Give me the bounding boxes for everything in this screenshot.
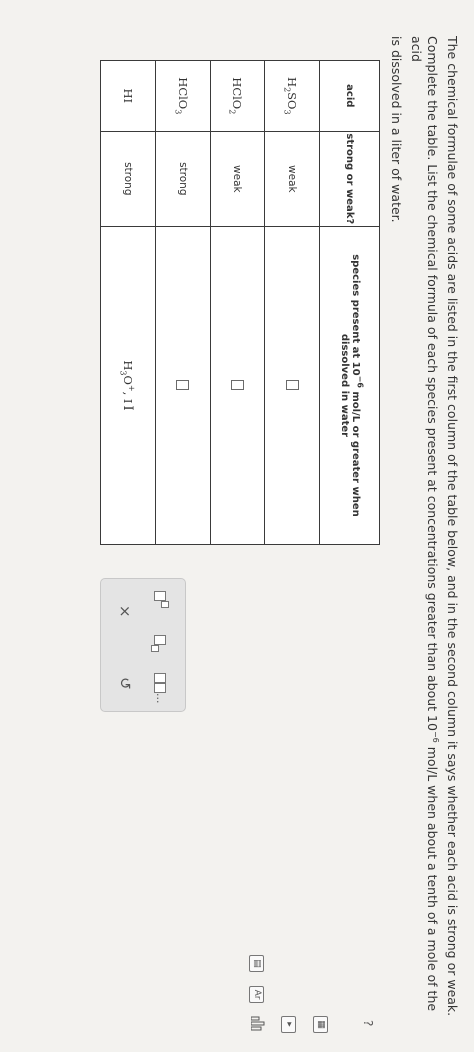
list-template-button[interactable]: ... — [154, 673, 167, 704]
species-answer-cell[interactable] — [264, 226, 320, 545]
data-table-icon[interactable]: ▤ — [249, 955, 264, 972]
answer-input-box[interactable] — [230, 380, 244, 391]
acid-strength: weak — [210, 131, 265, 227]
formula-palette: ... × ↺ — [100, 578, 186, 712]
header-species: species present at 10−6 mol/L or greater… — [319, 226, 380, 545]
prompt-line-2: Complete the table. List the chemical fo… — [409, 36, 441, 1012]
acid-strength: strong — [100, 131, 156, 227]
undo-button[interactable]: ↺ — [115, 671, 135, 696]
question-page: The chemical formulae of some acids are … — [0, 0, 474, 1052]
acid-formula: HClO3 — [155, 60, 211, 132]
question-prompt: The chemical formulae of some acids are … — [384, 36, 460, 1036]
table-row: HClO3 strong — [155, 60, 211, 545]
prompt-line-1: The chemical formulae of some acids are … — [445, 36, 460, 1017]
acid-table: acid strong or weak? species present at … — [100, 60, 380, 545]
acid-strength: strong — [155, 131, 211, 227]
species-answer-cell[interactable] — [155, 226, 211, 545]
table-row: HClO2 weak — [210, 60, 265, 545]
header-strength: strong or weak? — [319, 131, 380, 227]
clear-button[interactable]: × — [115, 599, 135, 624]
prompt-line-3: is dissolved in a liter of water. — [389, 36, 404, 223]
superscript-template-button[interactable] — [154, 591, 169, 608]
subscript-template-button[interactable] — [151, 635, 167, 652]
acid-formula: HClO2 — [210, 60, 265, 132]
bar-chart-icon[interactable] — [247, 1016, 265, 1032]
help-icon[interactable]: ? — [360, 1020, 376, 1026]
answer-input-box[interactable] — [176, 380, 190, 391]
table-header-row: acid strong or weak? species present at … — [319, 60, 380, 545]
periodic-table-icon[interactable]: Ar — [249, 986, 264, 1003]
table-row: H2SO3 weak — [264, 60, 320, 545]
table-row: HI strong H3O+, II — [100, 60, 156, 545]
species-answer-cell[interactable] — [210, 226, 265, 545]
acid-strength: weak — [264, 131, 320, 227]
dropdown-arrow-icon[interactable]: ▸ — [281, 1016, 296, 1033]
header-acid: acid — [319, 60, 380, 132]
answer-input-box[interactable] — [285, 380, 299, 391]
acid-formula: H2SO3 — [264, 60, 320, 132]
species-answer-cell[interactable]: H3O+, II — [100, 226, 156, 545]
text-cursor: I — [120, 405, 136, 411]
calculator-icon[interactable]: ▦ — [313, 1016, 328, 1033]
acid-formula: HI — [100, 60, 156, 132]
